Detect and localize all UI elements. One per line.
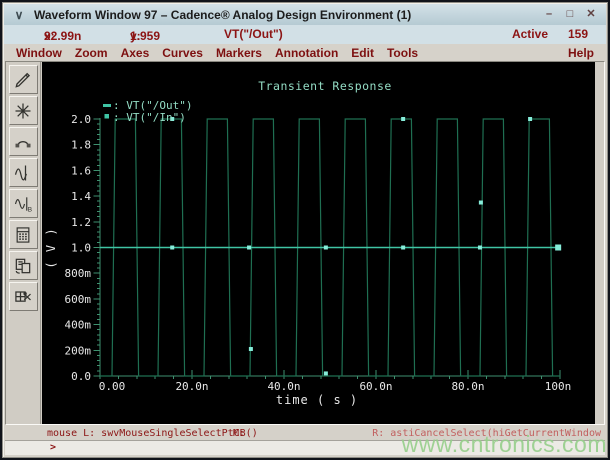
watermark-text: www.cntronics.com	[401, 431, 607, 457]
menu-axes[interactable]: Axes	[121, 46, 150, 60]
menu-bar: Window Zoom Axes Curves Markers Annotation Edi…	[4, 44, 606, 61]
maximize-icon[interactable]: □	[563, 8, 577, 21]
svg-text:1.6: 1.6	[71, 164, 91, 177]
active-label: Active	[511, 27, 548, 41]
main-area: B 2.0 1.8 1.6 1.4 1.2 1.0 800m 600m 400m…	[5, 61, 605, 425]
svg-text:1.8: 1.8	[71, 139, 91, 152]
menu-curves[interactable]: Curves	[162, 46, 203, 60]
svg-text:20.0n: 20.0n	[175, 380, 208, 393]
svg-text:1.2: 1.2	[71, 216, 91, 229]
plot-canvas[interactable]: 2.0 1.8 1.6 1.4 1.2 1.0 800m 600m 400m 200m 0.0 0.0…	[42, 62, 595, 424]
svg-text:1.4: 1.4	[71, 190, 91, 203]
close-icon[interactable]: ✕	[584, 8, 598, 21]
calculator-icon[interactable]	[8, 220, 38, 249]
strip-mode-icon[interactable]	[8, 127, 38, 156]
menu-zoom[interactable]: Zoom	[75, 46, 108, 60]
cli-prompt: >	[50, 442, 57, 453]
svg-text:2.0: 2.0	[71, 113, 91, 126]
menu-help[interactable]: Help	[568, 46, 594, 60]
marker-wave-icon[interactable]	[8, 158, 38, 187]
x-axis-label: time ( s )	[276, 393, 358, 407]
spectrum-sine-b-icon[interactable]: B	[8, 189, 38, 218]
y-tick-labels: 2.0 1.8 1.6 1.4 1.2 1.0 800m 600m 400m 200m 0.0	[65, 113, 92, 383]
status-mouse-middle-binding: M:	[233, 428, 246, 439]
svg-text:600m: 600m	[65, 293, 92, 306]
delete-subwindow-icon[interactable]	[8, 282, 38, 311]
menu-markers[interactable]: Markers	[216, 46, 262, 60]
window-controls: – □ ✕	[542, 8, 598, 21]
svg-text:0.0: 0.0	[71, 370, 91, 383]
svg-text:800m: 800m	[65, 267, 92, 280]
svg-text:40.0n: 40.0n	[267, 380, 300, 393]
plot-title: Transient Response	[258, 79, 392, 93]
cursor-readout-bar: x: 92.99n y: 1.959 VT("/Out") Active 159	[4, 25, 606, 45]
window-title: Waveform Window 97 – Cadence® Analog Des…	[34, 7, 412, 22]
waveform-plot[interactable]: 2.0 1.8 1.6 1.4 1.2 1.0 800m 600m 400m 200m 0.0 0.0…	[42, 62, 595, 424]
svg-text:100n: 100n	[545, 380, 572, 393]
window-menu-icon[interactable]: ∨	[10, 7, 28, 22]
waveform-window: ∨ Waveform Window 97 – Cadence® Analog D…	[2, 2, 608, 458]
svg-text:80.0n: 80.0n	[451, 380, 484, 393]
legend-entry-1[interactable]: : VT("/In")	[113, 111, 186, 124]
x-tick-labels: 0.00 20.0n 40.0n 60.0n 80.0n 100n	[99, 380, 572, 393]
svg-text:400m: 400m	[65, 319, 92, 332]
probe-pen-icon[interactable]	[8, 65, 38, 94]
svg-text:1.0: 1.0	[71, 242, 91, 255]
zoom-fit-star-icon[interactable]	[8, 96, 38, 125]
menu-annotation[interactable]: Annotation	[275, 46, 338, 60]
y-axis-label: ( V )	[44, 227, 58, 268]
menu-items: Window Zoom Axes Curves Markers Annotation Edi…	[4, 46, 418, 60]
plot-legend: : VT("/Out"): VT("/In")	[103, 99, 192, 124]
menu-edit[interactable]: Edit	[351, 46, 374, 60]
left-toolbar: B	[6, 62, 41, 424]
menu-tools[interactable]: Tools	[387, 46, 418, 60]
svg-text:60.0n: 60.0n	[359, 380, 392, 393]
svg-text:B: B	[28, 206, 33, 213]
svg-text:200m: 200m	[65, 344, 92, 357]
title-bar[interactable]: ∨ Waveform Window 97 – Cadence® Analog D…	[4, 4, 606, 26]
copy-window-icon[interactable]	[8, 251, 38, 280]
minimize-icon[interactable]: –	[542, 8, 556, 21]
selected-signal-readout: VT("/Out")	[224, 27, 283, 41]
active-count: 159	[567, 27, 588, 41]
menu-window[interactable]: Window	[16, 46, 62, 60]
svg-text:0.00: 0.00	[99, 380, 126, 393]
status-mouse-left-binding: mouse L: swvMouseSingleSelectPtCB()	[47, 428, 258, 439]
